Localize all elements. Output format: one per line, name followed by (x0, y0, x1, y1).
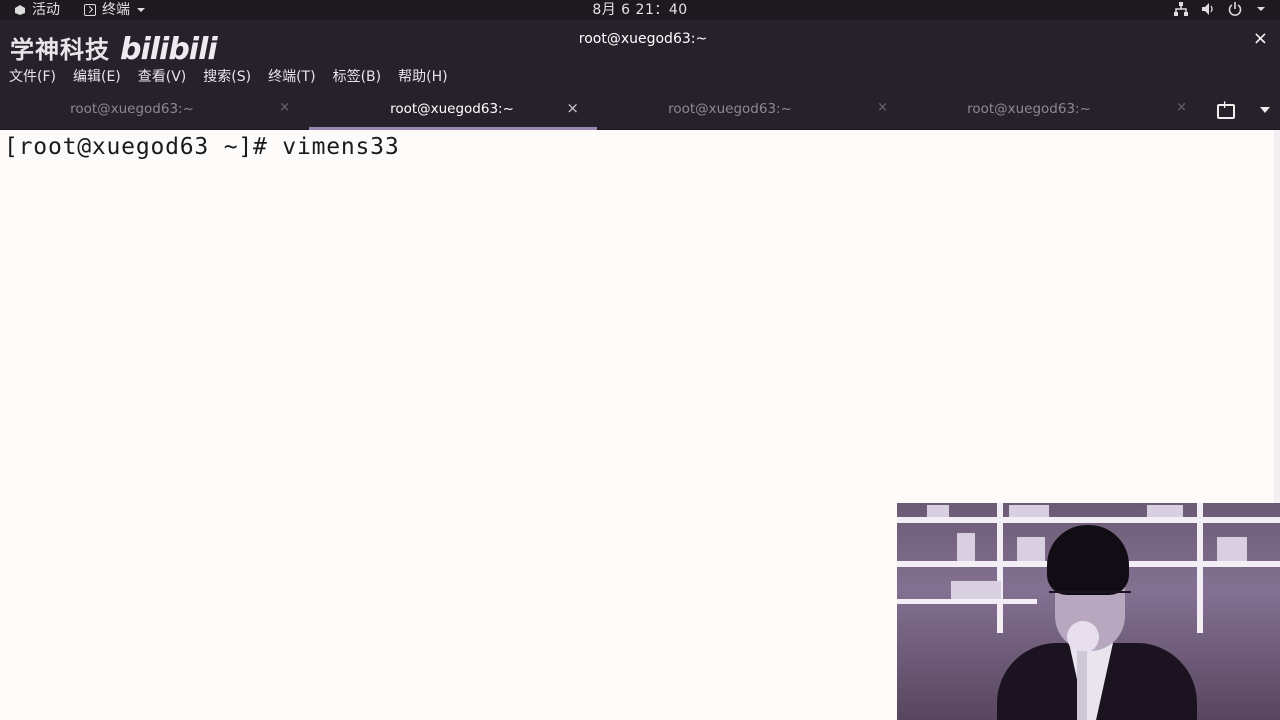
menu-edit[interactable]: 编辑(E) (73, 66, 121, 86)
window-close-button[interactable]: × (1253, 29, 1268, 49)
menu-tabs[interactable]: 标签(B) (333, 66, 382, 86)
menu-search[interactable]: 搜索(S) (203, 66, 251, 86)
menu-terminal[interactable]: 终端(T) (268, 66, 315, 86)
power-icon (1228, 2, 1242, 16)
chevron-down-icon (1257, 7, 1265, 11)
book (1009, 505, 1049, 517)
volume-icon (1202, 3, 1213, 15)
book (951, 581, 1001, 599)
tab-label: root@xuegod63:~ (70, 101, 194, 117)
tab-1[interactable]: root@xuegod63:~ × (12, 90, 308, 130)
book (927, 505, 949, 517)
presenter-hair (1047, 525, 1129, 595)
tab-close-button[interactable]: × (1176, 100, 1187, 115)
tab-label: root@xuegod63:~ (390, 101, 514, 117)
book (1017, 537, 1045, 561)
shelf (1197, 503, 1203, 633)
shelf (897, 599, 1037, 604)
terminal-line: [root@xuegod63 ~]# vimens33 (4, 134, 400, 160)
shelf (997, 503, 1003, 633)
book (1217, 537, 1247, 561)
network-icon (1174, 2, 1188, 16)
chevron-down-icon (137, 8, 145, 12)
shelf (897, 517, 1280, 523)
tab-2-active[interactable]: root@xuegod63:~ × (309, 90, 597, 130)
activities-label: 活动 (32, 2, 60, 18)
tab-close-button[interactable]: × (877, 100, 888, 115)
menu-help[interactable]: 帮助(H) (398, 66, 447, 86)
app-menu-label: 终端 (102, 2, 130, 18)
gnome-top-bar: 活动 终端 8月 6 21：40 (0, 0, 1280, 20)
menu-bar: 文件(F) 编辑(E) 查看(V) 搜索(S) 终端(T) 标签(B) 帮助(H… (0, 62, 1280, 90)
system-status-menu[interactable] (1174, 2, 1266, 16)
app-menu-button[interactable]: 终端 (84, 0, 146, 20)
tab-menu-chevron-icon[interactable] (1260, 107, 1270, 113)
tab-close-button[interactable]: × (279, 100, 290, 115)
tab-4[interactable]: root@xuegod63:~ × (909, 90, 1205, 130)
activities-icon (15, 5, 25, 15)
microphone (1067, 621, 1099, 653)
book (1147, 505, 1183, 517)
window-titlebar[interactable]: 学神科技 bilibili root@xuegod63:~ × (0, 20, 1280, 65)
terminal-app-icon (84, 4, 96, 16)
menu-view[interactable]: 查看(V) (138, 66, 187, 86)
tab-3[interactable]: root@xuegod63:~ × (610, 90, 906, 130)
tab-bar: root@xuegod63:~ × root@xuegod63:~ × root… (0, 90, 1280, 130)
clock[interactable]: 8月 6 21：40 (592, 2, 687, 18)
new-tab-icon[interactable] (1216, 98, 1235, 119)
book (957, 533, 975, 561)
presenter-glasses (1049, 591, 1131, 605)
window-title: root@xuegod63:~ (578, 31, 708, 47)
tab-close-button[interactable]: × (566, 99, 579, 117)
microphone-stand (1077, 651, 1087, 720)
activities-button[interactable]: 活动 (14, 0, 60, 20)
webcam-overlay (897, 503, 1280, 720)
menu-file[interactable]: 文件(F) (9, 66, 56, 86)
tab-label: root@xuegod63:~ (668, 101, 792, 117)
tab-label: root@xuegod63:~ (967, 101, 1091, 117)
